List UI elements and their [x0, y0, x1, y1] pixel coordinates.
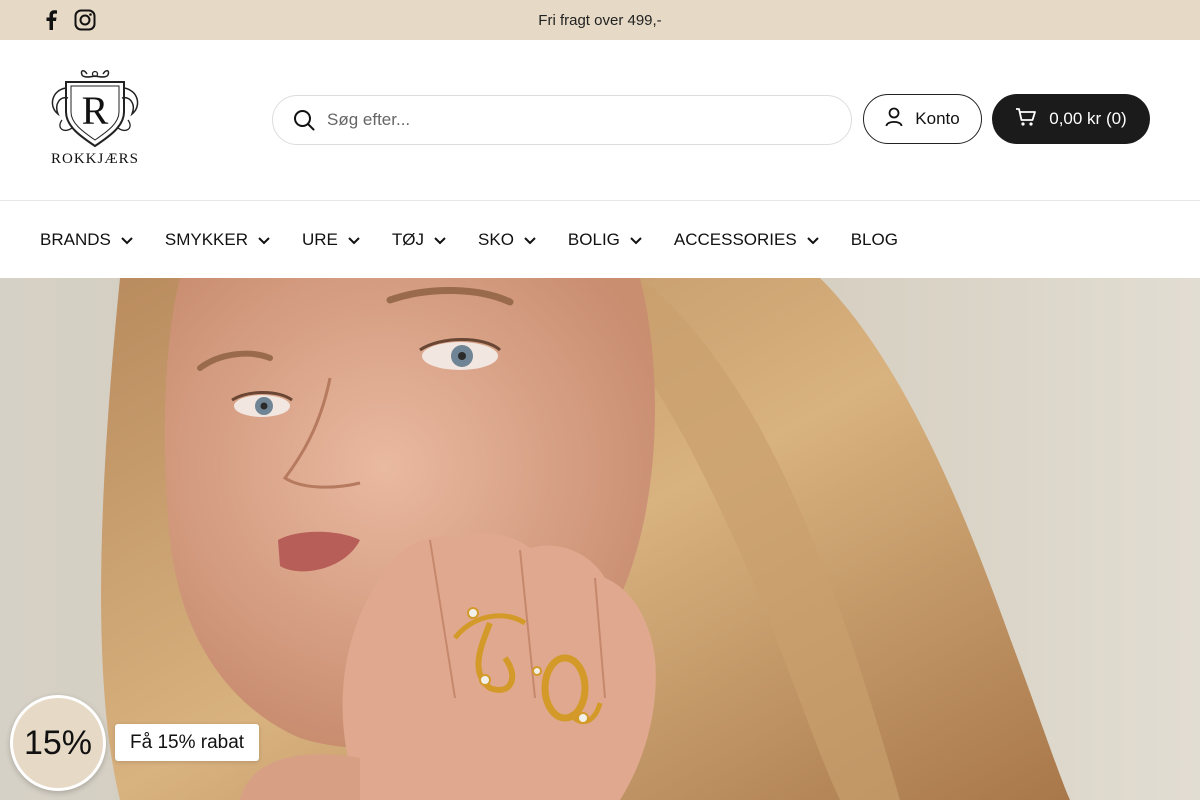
- cart-icon: [1015, 107, 1037, 132]
- nav-item-label: BLOG: [850, 229, 898, 249]
- chevron-down-icon: [805, 232, 821, 248]
- nav-item-bolig[interactable]: BOLIG: [568, 230, 644, 250]
- logo[interactable]: R ROKKJÆRS: [40, 68, 150, 172]
- nav-item-label: ACCESSORIES: [673, 229, 797, 249]
- nav-item-label: SKO: [478, 229, 514, 249]
- chevron-down-icon: [432, 232, 448, 248]
- announcement-bar: Fri fragt over 499,-: [0, 0, 1200, 40]
- facebook-icon[interactable]: [40, 8, 62, 32]
- discount-label-button[interactable]: Få 15% rabat: [115, 724, 260, 761]
- discount-badge-text: 15%: [23, 723, 93, 762]
- search-input[interactable]: [327, 110, 807, 130]
- instagram-icon[interactable]: [74, 8, 96, 32]
- nav-item-accessories[interactable]: ACCESSORIES: [674, 230, 821, 250]
- nav-item-smykker[interactable]: SMYKKER: [165, 230, 272, 250]
- user-icon: [885, 107, 903, 132]
- nav-item-label: TØJ: [391, 229, 425, 249]
- nav-item-sko[interactable]: SKO: [478, 230, 538, 250]
- logo-crest-icon: R: [51, 70, 139, 148]
- nav-item-blog[interactable]: BLOG: [851, 230, 898, 250]
- account-button[interactable]: Konto: [863, 94, 982, 144]
- nav-item-label: BOLIG: [567, 229, 620, 249]
- chevron-down-icon: [346, 232, 362, 248]
- svg-text:R: R: [82, 88, 109, 133]
- cart-label: 0,00 kr (0): [1049, 109, 1127, 128]
- chevron-down-icon: [119, 232, 135, 248]
- chevron-down-icon: [256, 232, 272, 248]
- cart-button[interactable]: 0,00 kr (0): [992, 94, 1150, 144]
- discount-badge[interactable]: 15%: [10, 695, 106, 791]
- nav-item-toj[interactable]: TØJ: [392, 230, 448, 250]
- search-icon[interactable]: [293, 109, 315, 131]
- nav-item-ure[interactable]: URE: [302, 230, 362, 250]
- hero-image[interactable]: [0, 278, 1200, 800]
- nav-item-label: BRANDS: [40, 229, 111, 249]
- announcement-text: Fri fragt over 499,-: [538, 11, 662, 29]
- nav-item-label: SMYKKER: [164, 229, 248, 249]
- search-bar[interactable]: [272, 95, 852, 145]
- discount-label-text: Få 15% rabat: [130, 731, 245, 753]
- chevron-down-icon: [522, 232, 538, 248]
- site-header: R ROKKJÆRS Konto 0,00 kr (0): [0, 40, 1200, 201]
- social-links: [40, 8, 96, 32]
- nav-item-brands[interactable]: BRANDS: [40, 230, 135, 250]
- logo-text: ROKKJÆRS: [50, 151, 140, 167]
- hero-photo: [0, 278, 1200, 800]
- nav-item-label: URE: [302, 229, 338, 249]
- account-label: Konto: [915, 109, 960, 128]
- chevron-down-icon: [628, 232, 644, 248]
- main-nav: BRANDS SMYKKER URE TØJ SKO BOLIG ACCESSO…: [0, 201, 1200, 278]
